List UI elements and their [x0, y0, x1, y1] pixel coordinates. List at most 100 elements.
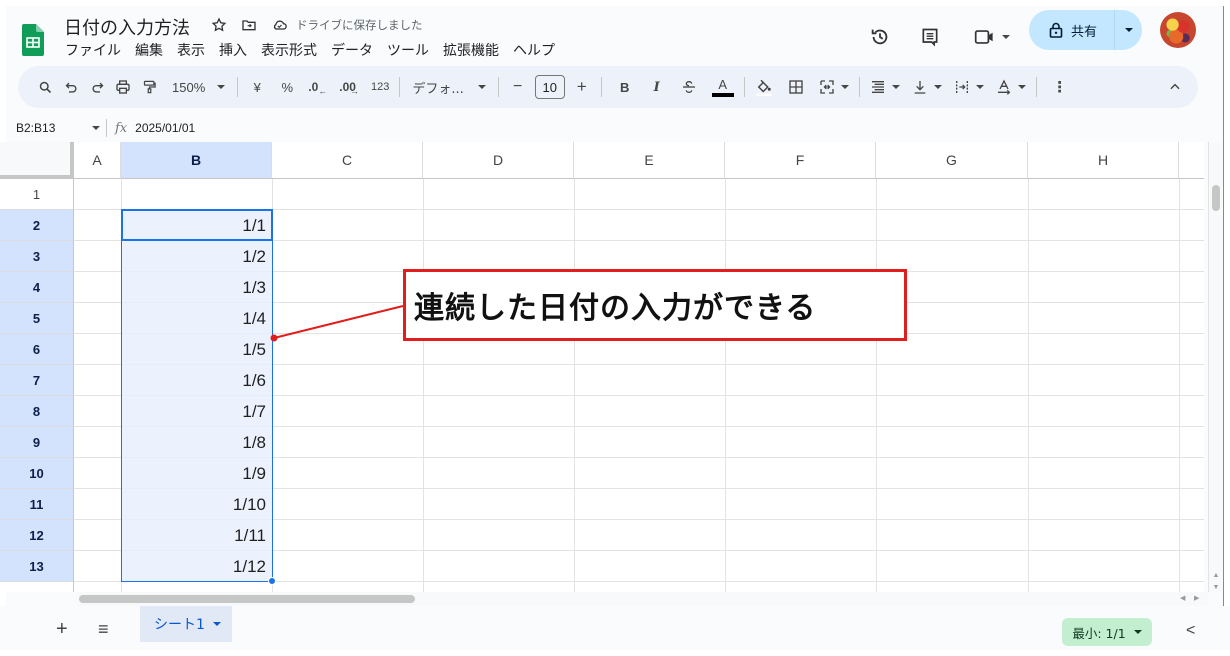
cell-b3[interactable]: 1/2	[121, 241, 272, 272]
menu-view[interactable]: 表示	[176, 40, 206, 60]
merge-cells-icon[interactable]	[815, 73, 853, 101]
zoom-select[interactable]: 150%	[162, 73, 231, 101]
scroll-right-icon[interactable]: ▶	[1194, 594, 1199, 602]
menu-file[interactable]: ファイル	[64, 40, 122, 60]
cell-b8[interactable]: 1/7	[121, 396, 272, 427]
bold-button[interactable]: B	[612, 73, 638, 101]
cell-b11[interactable]: 1/10	[121, 489, 272, 520]
row-header-1[interactable]: 1	[0, 179, 74, 210]
row-header-7[interactable]: 7	[0, 365, 74, 396]
cell-b10[interactable]: 1/9	[121, 458, 272, 489]
text-color-button[interactable]: A	[708, 73, 738, 101]
row-header-9[interactable]: 9	[0, 427, 74, 458]
share-dropdown[interactable]	[1115, 28, 1142, 32]
side-panel-toggle[interactable]: <	[1186, 622, 1195, 640]
column-header-h[interactable]: H	[1028, 142, 1179, 179]
horizontal-align-icon[interactable]	[866, 73, 904, 101]
fill-handle[interactable]	[268, 577, 276, 585]
scroll-down-icon[interactable]: ▼	[1211, 582, 1221, 592]
column-header-a[interactable]: A	[74, 142, 121, 179]
menu-edit[interactable]: 編集	[134, 40, 164, 60]
summary-stat-button[interactable]: 最小: 1/1	[1062, 618, 1152, 646]
cell-b9[interactable]: 1/8	[121, 427, 272, 458]
column-header-e[interactable]: E	[574, 142, 725, 179]
column-header-g[interactable]: G	[876, 142, 1028, 179]
google-sheets-logo[interactable]	[22, 24, 44, 56]
column-header-f[interactable]: F	[725, 142, 876, 179]
more-formats-button[interactable]: 123	[367, 73, 393, 101]
column-header-c[interactable]: C	[272, 142, 423, 179]
cloud-saved-icon[interactable]	[270, 16, 288, 34]
spreadsheet-grid[interactable]: ABCDEFGH12345678910111213141/11/21/31/41…	[0, 142, 1204, 592]
collapse-toolbar-icon[interactable]	[1162, 73, 1188, 101]
column-header-d[interactable]: D	[423, 142, 574, 179]
fill-color-icon[interactable]	[751, 73, 777, 101]
more-options-button[interactable]: ⋮	[1047, 73, 1073, 101]
comments-icon[interactable]	[918, 26, 942, 48]
font-select[interactable]: デフォ...	[406, 73, 491, 101]
vertical-scrollbar[interactable]: ▲ ▼	[1208, 142, 1222, 592]
vertical-align-icon[interactable]	[908, 73, 946, 101]
column-header-i[interactable]	[1179, 142, 1204, 179]
print-icon[interactable]	[110, 73, 136, 101]
row-header-6[interactable]: 6	[0, 334, 74, 365]
sheet-tab[interactable]: シート1	[140, 606, 232, 642]
redo-icon[interactable]	[84, 73, 110, 101]
scroll-left-icon[interactable]: ◀	[1180, 594, 1185, 602]
folder-move-icon[interactable]	[240, 16, 258, 34]
row-header-14[interactable]: 14	[0, 582, 74, 592]
menu-tools[interactable]: ツール	[386, 40, 430, 60]
name-box[interactable]: B2:B13	[0, 121, 88, 135]
star-icon[interactable]	[210, 16, 228, 34]
paint-format-icon[interactable]	[136, 73, 162, 101]
add-sheet-button[interactable]: +	[56, 618, 68, 641]
strikethrough-icon[interactable]	[676, 73, 702, 101]
row-header-4[interactable]: 4	[0, 272, 74, 303]
name-box-dropdown-icon[interactable]	[92, 126, 100, 130]
menu-insert[interactable]: 挿入	[218, 40, 248, 60]
cell-b2[interactable]: 1/1	[121, 210, 272, 241]
cell-b5[interactable]: 1/4	[121, 303, 272, 334]
menu-help[interactable]: ヘルプ	[512, 40, 556, 60]
menu-format[interactable]: 表示形式	[260, 40, 318, 60]
search-menus-icon[interactable]	[32, 73, 58, 101]
horizontal-scrollbar[interactable]: ◀ ▶	[76, 592, 1208, 606]
video-call-icon[interactable]	[970, 26, 1014, 48]
share-button[interactable]: 共有	[1029, 10, 1142, 50]
avatar[interactable]	[1160, 12, 1196, 48]
document-title[interactable]: 日付の入力方法	[64, 14, 190, 40]
cell-b4[interactable]: 1/3	[121, 272, 272, 303]
select-all-corner[interactable]	[0, 142, 74, 179]
all-sheets-button[interactable]: ≡	[98, 619, 109, 640]
decrease-font-size-button[interactable]: −	[505, 73, 531, 101]
cell-b7[interactable]: 1/6	[121, 365, 272, 396]
text-wrapping-icon[interactable]	[950, 73, 988, 101]
cell-b12[interactable]: 1/11	[121, 520, 272, 551]
font-size-input[interactable]: 10	[534, 75, 565, 99]
increase-decimal-button[interactable]: .00 →	[335, 73, 363, 101]
column-header-b[interactable]: B	[121, 142, 272, 179]
formula-input[interactable]: 2025/01/01	[135, 121, 195, 135]
row-header-12[interactable]: 12	[0, 520, 74, 551]
row-header-2[interactable]: 2	[0, 210, 74, 241]
vertical-scroll-thumb[interactable]	[1212, 185, 1220, 211]
cell-b13[interactable]: 1/12	[121, 551, 272, 582]
row-header-8[interactable]: 8	[0, 396, 74, 427]
row-header-5[interactable]: 5	[0, 303, 74, 334]
increase-font-size-button[interactable]: +	[569, 73, 595, 101]
row-header-13[interactable]: 13	[0, 551, 74, 582]
horizontal-scroll-thumb[interactable]	[79, 595, 415, 603]
row-header-11[interactable]: 11	[0, 489, 74, 520]
cell-b6[interactable]: 1/5	[121, 334, 272, 365]
format-percent-button[interactable]: %	[274, 73, 300, 101]
row-header-10[interactable]: 10	[0, 458, 74, 489]
text-rotation-icon[interactable]	[992, 73, 1030, 101]
scroll-up-icon[interactable]: ▲	[1211, 570, 1221, 580]
format-currency-button[interactable]: ¥	[244, 73, 270, 101]
menu-extensions[interactable]: 拡張機能	[442, 40, 500, 60]
borders-icon[interactable]	[783, 73, 809, 101]
decrease-decimal-button[interactable]: .0 ←	[304, 73, 331, 101]
italic-button[interactable]: I	[644, 73, 670, 101]
menu-data[interactable]: データ	[330, 40, 374, 60]
row-header-3[interactable]: 3	[0, 241, 74, 272]
